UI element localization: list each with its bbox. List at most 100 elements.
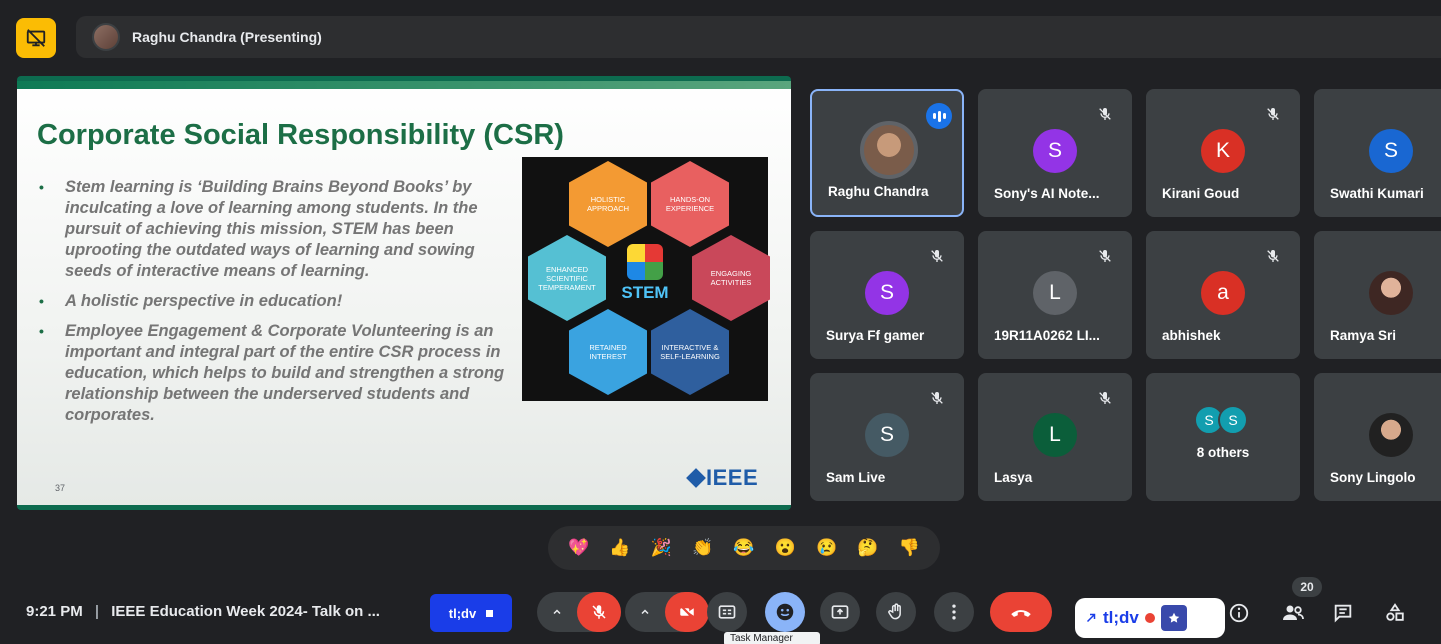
emoji-reactions-button[interactable]: [765, 592, 805, 632]
meeting-info: 9:21 PM | IEEE Education Week 2024- Talk…: [26, 603, 380, 620]
reaction-crying[interactable]: 😢: [813, 534, 841, 562]
mic-off-icon: [926, 245, 948, 267]
participant-avatar: a: [1201, 271, 1245, 315]
stem-label: STEM: [621, 282, 669, 302]
hex-scientific: ENHANCED SCIENTIFIC TEMPERAMENT: [528, 235, 606, 321]
participant-tile[interactable]: L 19R11A0262 LI...: [978, 231, 1132, 359]
chat-icon: [1334, 604, 1352, 623]
participant-tile[interactable]: Raghu Chandra: [810, 89, 964, 217]
mic-off-icon: [1094, 103, 1116, 125]
present-off-icon: [26, 29, 46, 47]
present-screen-icon: [831, 605, 849, 619]
more-vert-icon: [952, 604, 956, 620]
participant-name: Raghu Chandra: [828, 184, 929, 199]
participant-name: 19R11A0262 LI...: [994, 328, 1100, 343]
participant-avatar: S: [1033, 129, 1077, 173]
extension-pin-icon[interactable]: [1160, 605, 1187, 631]
tldv-record-chip[interactable]: tl;dv: [430, 594, 512, 632]
participant-avatar: S: [865, 271, 909, 315]
participant-tile[interactable]: K Kirani Goud: [1146, 89, 1300, 217]
more-options-button[interactable]: [934, 592, 974, 632]
reaction-party-popper[interactable]: 🎉: [647, 534, 675, 562]
participant-tile[interactable]: S Surya Ff gamer: [810, 231, 964, 359]
hand-icon: [888, 603, 901, 620]
presenter-bar: Raghu Chandra (Presenting): [0, 0, 1441, 70]
participant-name: Ramya Sri: [1330, 328, 1397, 343]
meeting-title: IEEE Education Week 2024- Talk on ...: [111, 603, 380, 620]
participant-tile[interactable]: S Sam Live: [810, 373, 964, 501]
tldv-widget-label: tl;dv: [1103, 608, 1139, 627]
mic-off-icon: [592, 605, 606, 619]
reaction-surprised[interactable]: 😮: [771, 534, 799, 562]
mic-off-icon: [926, 387, 948, 409]
participant-tile[interactable]: L Lasya: [978, 373, 1132, 501]
people-icon: [1283, 605, 1304, 620]
participant-avatar: S: [865, 413, 909, 457]
slide-bullets: Stem learning is ‘Building Brains Beyond…: [35, 177, 505, 435]
reaction-laughing[interactable]: 😂: [730, 534, 758, 562]
participant-name: Sony Lingolo: [1330, 470, 1416, 485]
shared-screen: Corporate Social Responsibility (CSR) St…: [17, 76, 791, 510]
participant-tile[interactable]: S Sony's AI Note...: [978, 89, 1132, 217]
ieee-logo: IEEE: [686, 465, 758, 491]
participant-tile[interactable]: a abhishek: [1146, 231, 1300, 359]
camera-toggle-button[interactable]: [665, 592, 709, 632]
reaction-thumbs-up[interactable]: 👍: [606, 534, 634, 562]
mic-off-icon: [1094, 387, 1116, 409]
mic-options-button[interactable]: [541, 606, 573, 618]
participant-name: Surya Ff gamer: [826, 328, 925, 343]
presenter-avatar: [92, 23, 120, 51]
participant-avatar: K: [1201, 129, 1245, 173]
leave-call-button[interactable]: [990, 592, 1052, 632]
hex-holistic: HOLISTIC APPROACH: [569, 161, 647, 247]
presenter-pill[interactable]: Raghu Chandra (Presenting): [76, 16, 1441, 58]
chevron-up-icon: [553, 609, 561, 615]
mic-toggle-button[interactable]: [577, 592, 621, 632]
reaction-thinking[interactable]: 🤔: [854, 534, 882, 562]
participant-avatar: L: [1033, 271, 1077, 315]
slide-bullet: Employee Engagement & Corporate Voluntee…: [35, 321, 505, 426]
captions-button[interactable]: [707, 592, 747, 632]
reaction-clapping[interactable]: 👏: [689, 534, 717, 562]
meeting-info-separator: |: [94, 603, 100, 620]
people-button[interactable]: [1280, 600, 1306, 626]
participant-name: Sony's AI Note...: [994, 186, 1100, 201]
speaking-indicator-icon: [926, 103, 952, 129]
participant-tile[interactable]: S Swathi Kumari: [1314, 89, 1441, 217]
smiley-icon: [776, 603, 794, 621]
participant-name: Kirani Goud: [1162, 186, 1240, 201]
participant-tile-others[interactable]: S S 8 others: [1146, 373, 1300, 501]
slide-title: Corporate Social Responsibility (CSR): [37, 119, 564, 151]
tldv-widget[interactable]: tl;dv: [1075, 598, 1225, 638]
reactions-bar: 💖 👍 🎉 👏 😂 😮 😢 🤔 👎: [548, 526, 940, 570]
stem-graphic: HOLISTIC APPROACH HANDS-ON EXPERIENCE EN…: [522, 157, 770, 401]
participant-tile[interactable]: Sony Lingolo: [1314, 373, 1441, 501]
participant-name: Lasya: [994, 470, 1033, 485]
mic-control: [537, 592, 621, 632]
others-label: 8 others: [1196, 445, 1250, 460]
present-screen-button[interactable]: [820, 592, 860, 632]
ieee-diamond-icon: [686, 468, 706, 488]
chat-button[interactable]: [1330, 600, 1356, 626]
reaction-thumbs-down[interactable]: 👎: [895, 534, 923, 562]
mic-off-icon: [1094, 245, 1116, 267]
camera-control: [625, 592, 709, 632]
participant-photo: [1369, 271, 1413, 315]
participant-name: Swathi Kumari: [1330, 186, 1424, 201]
hang-up-icon: [1011, 610, 1031, 617]
others-avatars: S S: [1194, 405, 1248, 435]
activities-button[interactable]: [1382, 600, 1408, 626]
people-count-badge: 20: [1292, 577, 1322, 597]
mic-off-icon: [1262, 103, 1284, 125]
meeting-details-button[interactable]: [1226, 600, 1252, 626]
reaction-sparkling-heart[interactable]: 💖: [565, 534, 593, 562]
participant-tile[interactable]: Ramya Sri: [1314, 231, 1441, 359]
presentation-toggle-button[interactable]: [16, 18, 56, 58]
meeting-time: 9:21 PM: [26, 603, 83, 620]
hex-hands-on: HANDS-ON EXPERIENCE: [651, 161, 729, 247]
slide-bullet: Stem learning is ‘Building Brains Beyond…: [35, 177, 505, 282]
slide-number: 37: [55, 483, 66, 493]
stop-icon: [486, 609, 494, 617]
raise-hand-button[interactable]: [876, 592, 916, 632]
camera-options-button[interactable]: [629, 606, 661, 618]
